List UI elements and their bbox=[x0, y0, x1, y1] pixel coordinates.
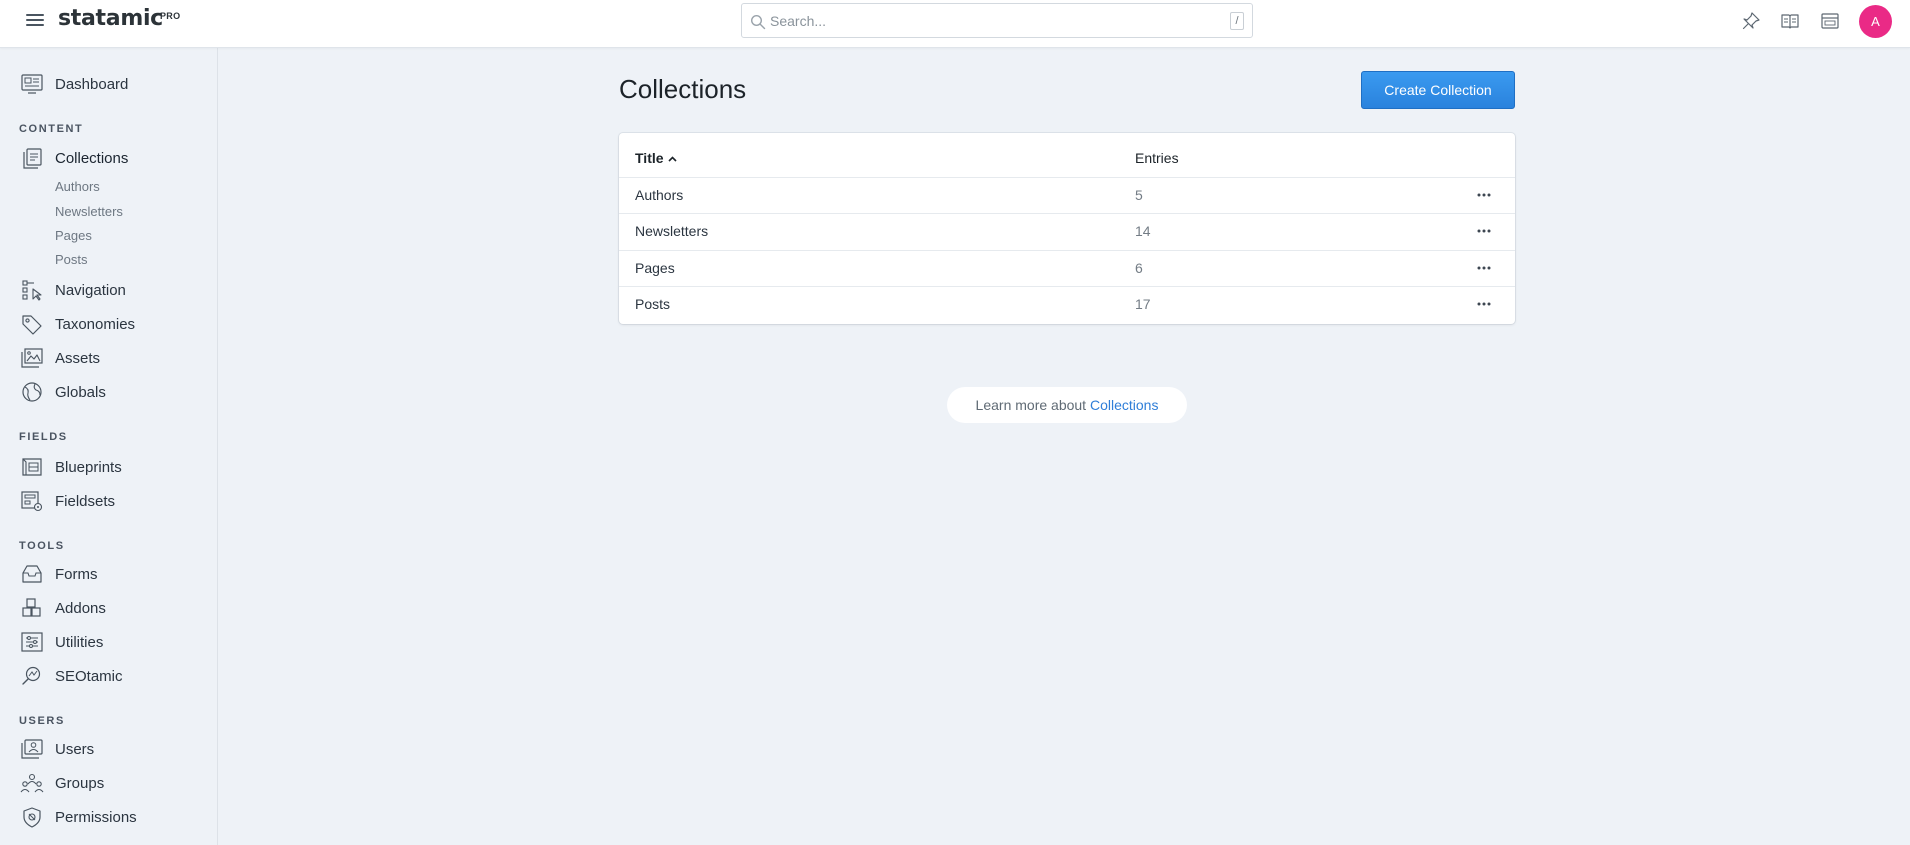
pro-badge: PRO bbox=[160, 11, 181, 21]
sidebar-item-label: Forms bbox=[55, 565, 98, 583]
sidebar-item-dashboard[interactable]: Dashboard bbox=[20, 71, 128, 97]
more-actions-icon[interactable] bbox=[1476, 261, 1492, 275]
users-icon bbox=[21, 739, 43, 759]
navigation-icon bbox=[22, 280, 42, 301]
sidebar-item-globals[interactable]: Globals bbox=[20, 379, 106, 405]
sidebar-item-label: Fieldsets bbox=[55, 492, 116, 510]
blueprints-icon bbox=[22, 458, 42, 476]
tag-icon bbox=[22, 315, 42, 335]
user-avatar[interactable]: A bbox=[1859, 5, 1892, 38]
collections-icon bbox=[23, 148, 42, 169]
sidebar-item-taxonomies[interactable]: Taxonomies bbox=[20, 311, 135, 337]
sidebar-item-label: Users bbox=[55, 740, 95, 758]
more-actions-icon[interactable] bbox=[1476, 297, 1492, 311]
sidebar-item-label: Assets bbox=[55, 349, 101, 367]
view-site-icon[interactable] bbox=[1820, 11, 1840, 31]
table-row[interactable]: Newsletters 14 bbox=[619, 213, 1515, 249]
learn-more-link[interactable]: Collections bbox=[1090, 397, 1158, 413]
sidebar-subitem-posts[interactable]: Posts bbox=[55, 252, 88, 267]
collection-title[interactable]: Pages bbox=[635, 260, 675, 276]
sidebar-item-permissions[interactable]: Permissions bbox=[20, 804, 137, 830]
sidebar-item-forms[interactable]: Forms bbox=[20, 561, 98, 587]
search-input[interactable] bbox=[770, 9, 1210, 33]
more-actions-icon[interactable] bbox=[1476, 224, 1492, 238]
seo-magnifier-icon bbox=[22, 666, 41, 685]
table-row[interactable]: Authors 5 bbox=[619, 177, 1515, 213]
section-heading-tools: TOOLS bbox=[19, 540, 65, 552]
collections-table: Title Entries Authors 5 Newsletters 14 P… bbox=[619, 133, 1515, 324]
table-row[interactable]: Posts 17 bbox=[619, 286, 1515, 322]
pin-icon[interactable] bbox=[1741, 11, 1761, 31]
search-shortcut-hint: / bbox=[1230, 12, 1244, 30]
learn-more-pill: Learn more about Collections bbox=[947, 387, 1187, 423]
collection-title[interactable]: Newsletters bbox=[635, 223, 708, 239]
sidebar-item-label: Navigation bbox=[55, 281, 126, 299]
sort-ascending-icon bbox=[668, 156, 677, 162]
section-heading-fields: FIELDS bbox=[19, 431, 68, 443]
sidebar-item-users[interactable]: Users bbox=[20, 736, 94, 762]
top-bar: statamic PRO / A bbox=[0, 0, 1910, 48]
menu-toggle-icon[interactable] bbox=[26, 14, 44, 28]
sidebar-item-seotamic[interactable]: SEOtamic bbox=[20, 663, 123, 689]
sidebar-item-label: Blueprints bbox=[55, 458, 122, 476]
sidebar-item-label: Groups bbox=[55, 774, 105, 792]
page-title: Collections bbox=[619, 74, 747, 104]
sidebar-item-blueprints[interactable]: Blueprints bbox=[20, 454, 122, 480]
collection-title[interactable]: Authors bbox=[635, 187, 683, 203]
shield-icon bbox=[23, 807, 41, 828]
dashboard-icon bbox=[21, 74, 43, 94]
table-row[interactable]: Pages 6 bbox=[619, 250, 1515, 286]
more-actions-icon[interactable] bbox=[1476, 188, 1492, 202]
sidebar-subitem-newsletters[interactable]: Newsletters bbox=[55, 204, 123, 219]
sidebar-item-label: SEOtamic bbox=[55, 667, 123, 685]
sidebar-item-label: Addons bbox=[55, 599, 106, 617]
utilities-sliders-icon bbox=[21, 632, 43, 652]
sidebar-item-label: Collections bbox=[55, 149, 129, 167]
entries-count: 14 bbox=[1135, 223, 1151, 239]
section-heading-users: USERS bbox=[19, 715, 65, 727]
sidebar-subitem-pages[interactable]: Pages bbox=[55, 228, 92, 243]
search-icon bbox=[750, 14, 766, 30]
sidebar-item-label: Taxonomies bbox=[55, 315, 136, 333]
sidebar-item-label: Utilities bbox=[55, 633, 104, 651]
sidebar-item-label: Dashboard bbox=[55, 75, 129, 93]
entries-count: 6 bbox=[1135, 260, 1143, 276]
sidebar-item-addons[interactable]: Addons bbox=[20, 595, 106, 621]
sidebar-item-utilities[interactable]: Utilities bbox=[20, 629, 103, 655]
learn-more-text: Learn more about bbox=[975, 397, 1087, 413]
collection-title[interactable]: Posts bbox=[635, 296, 670, 312]
sidebar-item-collections[interactable]: Collections bbox=[20, 145, 128, 171]
assets-image-icon bbox=[21, 348, 43, 368]
forms-inbox-icon bbox=[22, 565, 42, 583]
globe-icon bbox=[22, 382, 42, 402]
sidebar-item-groups[interactable]: Groups bbox=[20, 770, 104, 796]
column-header-entries[interactable]: Entries bbox=[1135, 150, 1179, 166]
entries-count: 17 bbox=[1135, 296, 1151, 312]
sidebar-subitem-authors[interactable]: Authors bbox=[55, 179, 100, 194]
docs-book-icon[interactable] bbox=[1780, 11, 1800, 31]
sidebar-item-label: Permissions bbox=[55, 808, 137, 826]
groups-icon bbox=[20, 773, 44, 793]
addons-boxes-icon bbox=[22, 598, 41, 617]
section-heading-content: CONTENT bbox=[19, 123, 84, 135]
fieldsets-icon bbox=[21, 491, 43, 512]
entries-count: 5 bbox=[1135, 187, 1143, 203]
create-collection-button[interactable]: Create Collection bbox=[1361, 71, 1515, 109]
sidebar-item-label: Globals bbox=[55, 383, 106, 401]
sidebar-item-fieldsets[interactable]: Fieldsets bbox=[20, 488, 115, 514]
sidebar-item-navigation[interactable]: Navigation bbox=[20, 277, 126, 303]
sidebar-item-assets[interactable]: Assets bbox=[20, 345, 100, 371]
column-header-title[interactable]: Title bbox=[635, 150, 677, 166]
app-logo[interactable]: statamic bbox=[58, 6, 163, 31]
global-search[interactable]: / bbox=[741, 3, 1253, 38]
